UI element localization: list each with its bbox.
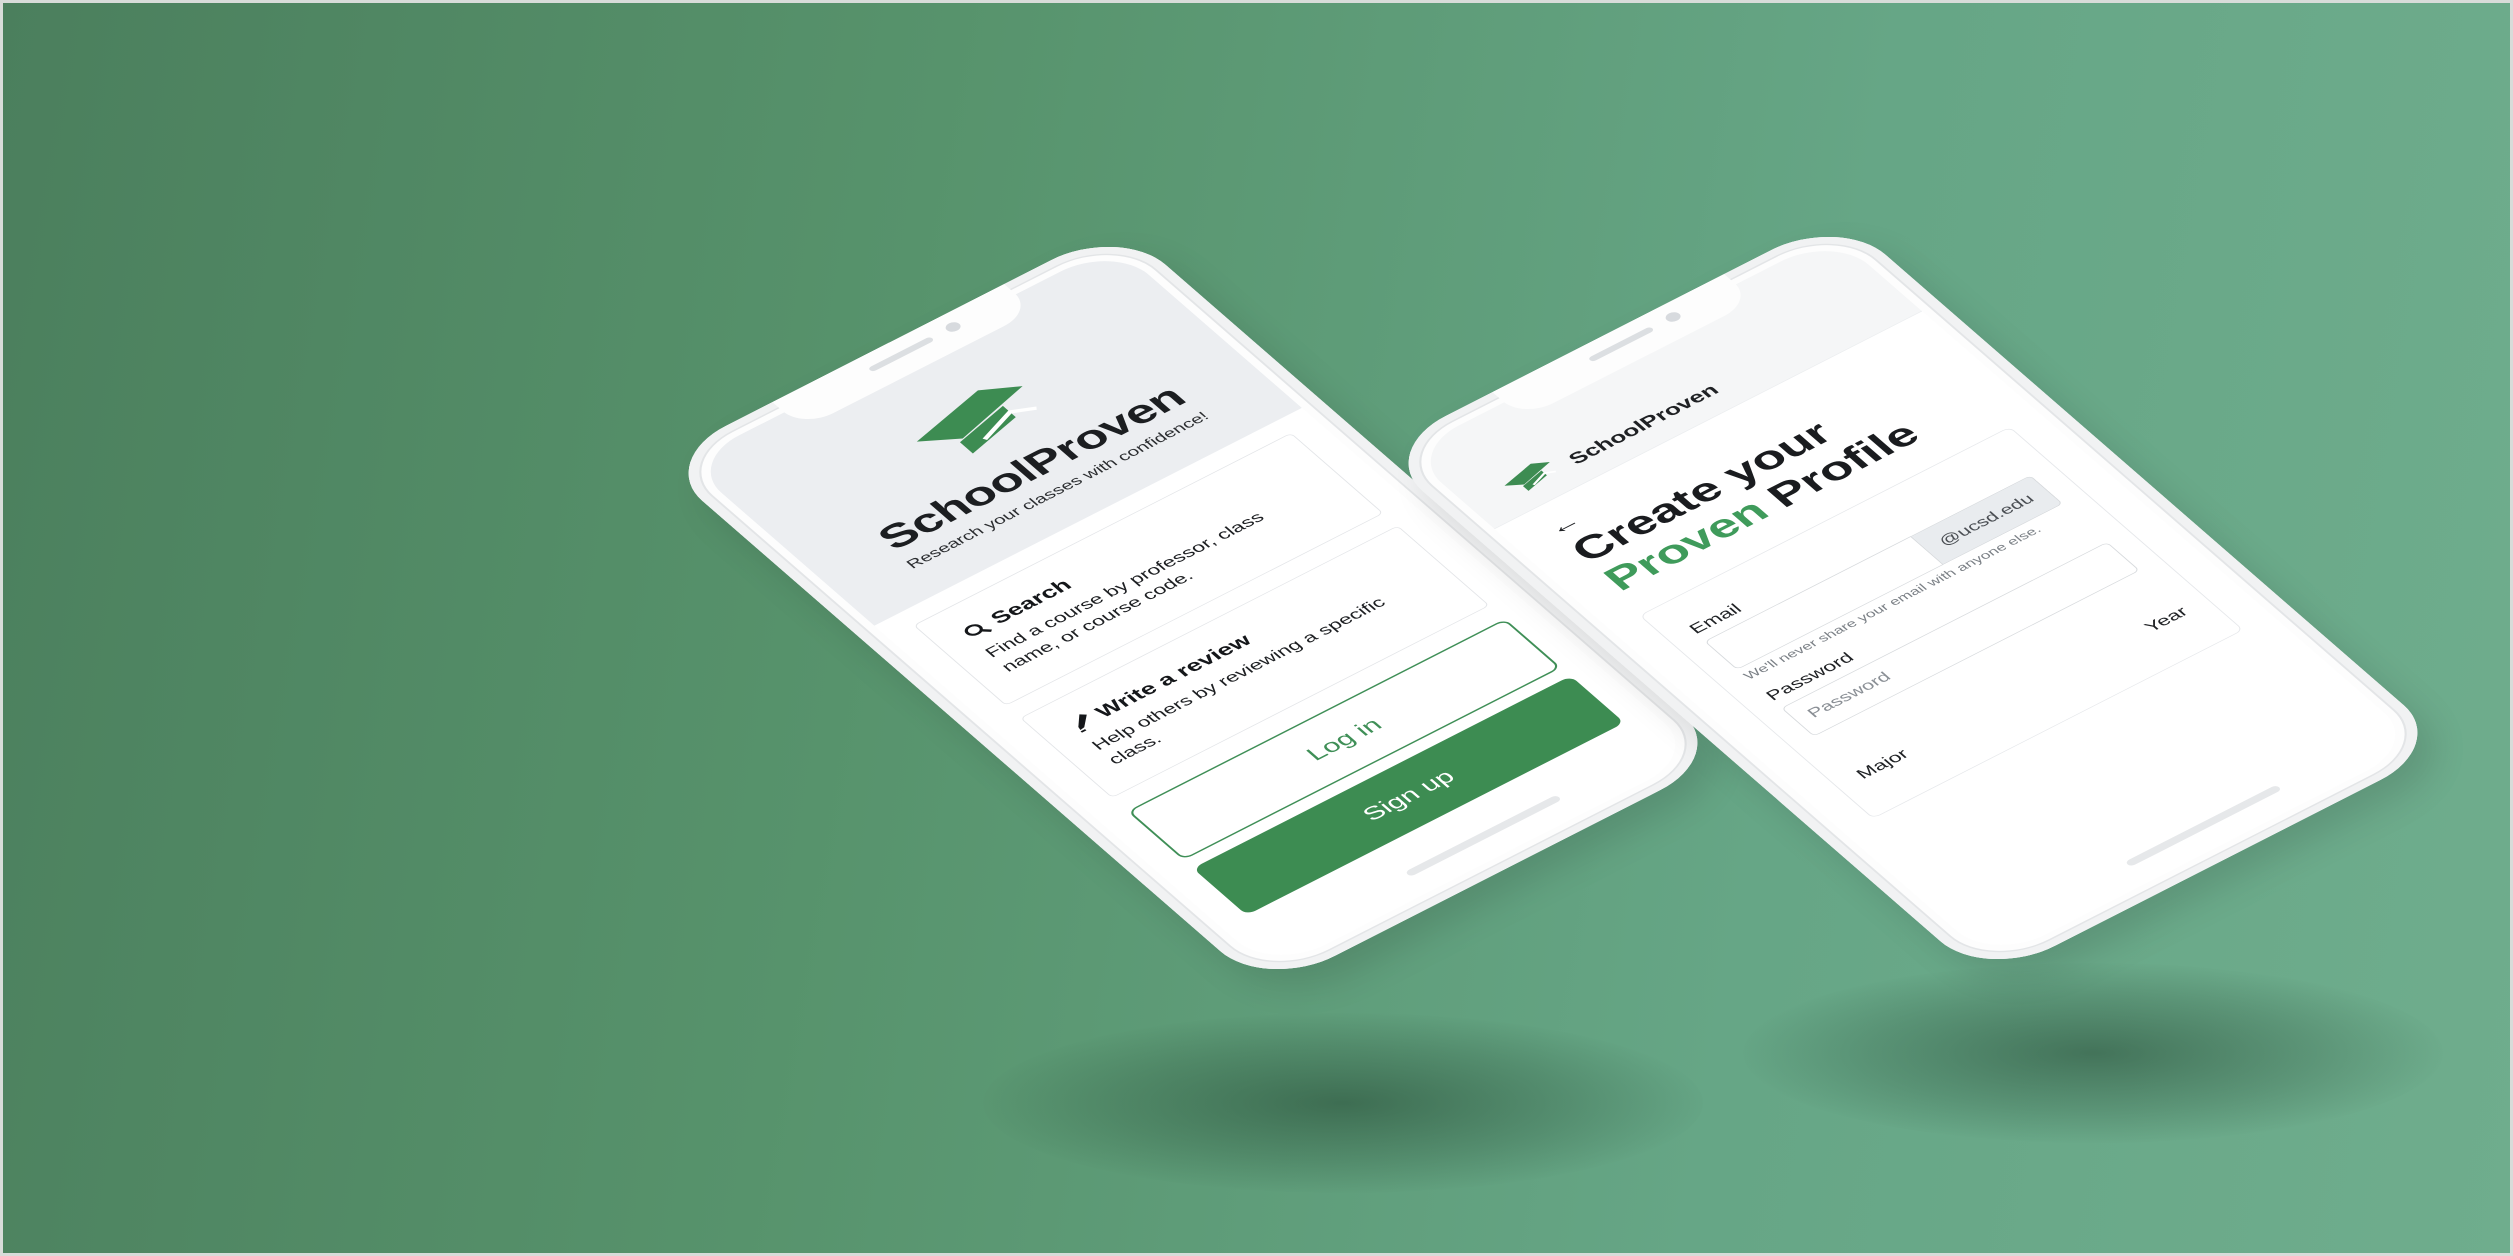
- camera-dot: [1662, 310, 1684, 324]
- year-label: Year: [2140, 603, 2192, 635]
- graduation-cap-icon: [1504, 462, 1556, 491]
- phone-right: SchoolProven ← Create your Proven Profil…: [1376, 78, 2450, 1118]
- home-indicator: [2124, 784, 2283, 867]
- phone-right-screen: SchoolProven ← Create your Proven Profil…: [1406, 234, 2420, 962]
- search-icon: [964, 623, 992, 636]
- major-label: Major: [1852, 746, 1913, 782]
- pen-icon: [1078, 714, 1087, 733]
- mockup-stage: SchoolProven Research your classes with …: [0, 0, 2513, 1256]
- phone-left: SchoolProven Research your classes with …: [656, 88, 1730, 1128]
- phone-left-screen: SchoolProven Research your classes with …: [686, 244, 1700, 972]
- camera-dot: [942, 320, 964, 334]
